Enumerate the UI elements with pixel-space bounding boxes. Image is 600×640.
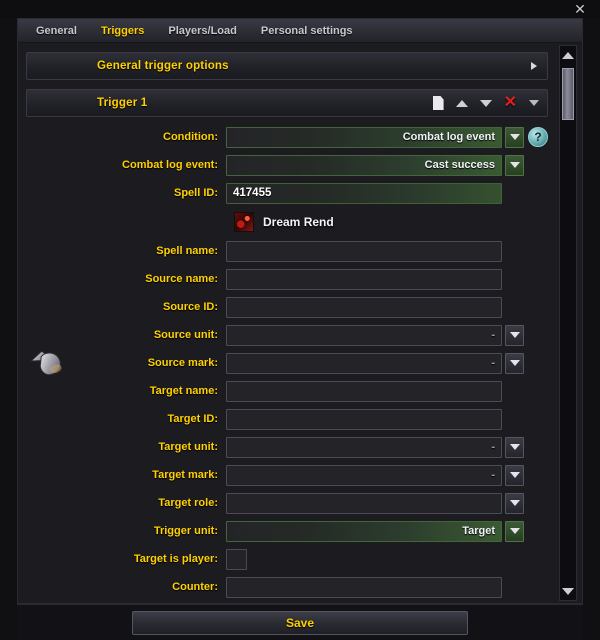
close-icon[interactable]: ✕	[572, 1, 588, 17]
trigger-unit-select[interactable]: Target	[226, 520, 502, 542]
addon-config-window: ✕ General Triggers Players/Load Personal…	[0, 0, 600, 640]
field-label: Source name:	[145, 273, 218, 285]
source-name-input[interactable]	[226, 268, 502, 290]
field-label: Target name:	[149, 385, 218, 397]
help-icon[interactable]: ?	[528, 127, 548, 147]
field-target-mark: Target mark: -	[26, 461, 548, 489]
source-mark-value: -	[491, 357, 495, 369]
scroll-up-icon[interactable]	[561, 48, 575, 62]
field-source-id: Source ID:	[26, 293, 548, 321]
source-mark-select[interactable]: -	[226, 352, 502, 374]
field-combat-log-event: Combat log event: Cast success	[26, 151, 548, 179]
condition-value: Combat log event	[402, 131, 495, 143]
field-target-is-player: Target is player:	[26, 545, 548, 573]
combat-log-event-value: Cast success	[424, 159, 495, 171]
spell-icon	[234, 212, 254, 232]
tab-bar: General Triggers Players/Load Personal s…	[18, 19, 582, 43]
field-condition: Condition: Combat log event ?	[26, 123, 548, 151]
vertical-scrollbar[interactable]	[559, 45, 577, 601]
tab-triggers[interactable]: Triggers	[101, 25, 144, 37]
chevron-right-icon	[531, 62, 537, 70]
section-trigger-1[interactable]: Trigger 1 ✕	[26, 89, 548, 117]
spell-result: Dream Rend	[26, 207, 548, 237]
target-unit-select[interactable]: -	[226, 436, 502, 458]
options-scroll-area: General trigger options Trigger 1 ✕ Cond…	[18, 43, 556, 603]
tab-players-load[interactable]: Players/Load	[168, 25, 236, 37]
field-target-name: Target name:	[26, 377, 548, 405]
chevron-down-icon[interactable]	[505, 436, 524, 458]
tab-general[interactable]: General	[36, 25, 77, 37]
counter-input[interactable]	[226, 576, 502, 598]
field-label: Combat log event:	[122, 159, 218, 171]
delete-icon[interactable]: ✕	[504, 95, 517, 111]
spell-name-input[interactable]	[226, 240, 502, 262]
combat-log-event-select[interactable]: Cast success	[226, 154, 502, 176]
condition-select[interactable]: Combat log event	[226, 126, 502, 148]
source-id-input[interactable]	[226, 296, 502, 318]
field-label: Source unit:	[153, 329, 218, 341]
field-source-mark: Source mark: -	[26, 349, 548, 377]
section-title: General trigger options	[97, 60, 229, 72]
field-label: Target ID:	[167, 413, 218, 425]
field-label: Target role:	[158, 497, 218, 509]
scrollbar-thumb[interactable]	[562, 68, 574, 120]
target-id-input[interactable]	[226, 408, 502, 430]
target-name-input[interactable]	[226, 380, 502, 402]
chevron-down-icon[interactable]	[505, 126, 524, 148]
tab-personal-settings[interactable]: Personal settings	[261, 25, 353, 37]
move-up-icon[interactable]	[455, 99, 468, 107]
move-down-icon[interactable]	[479, 99, 492, 107]
spell-id-input[interactable]: 417455	[226, 182, 502, 204]
document-icon[interactable]	[432, 96, 444, 110]
title-bar: ✕	[0, 0, 600, 18]
chevron-down-icon[interactable]	[505, 352, 524, 374]
field-label: Condition:	[163, 131, 218, 143]
field-target-unit: Target unit: -	[26, 433, 548, 461]
spell-name-label: Dream Rend	[263, 215, 334, 229]
field-label: Spell name:	[156, 245, 218, 257]
field-trigger-unit: Trigger unit: Target	[26, 517, 548, 545]
field-label: Target mark:	[152, 469, 218, 481]
scroll-down-icon[interactable]	[561, 584, 575, 598]
target-is-player-checkbox[interactable]	[226, 548, 247, 570]
field-target-id: Target ID:	[26, 405, 548, 433]
field-label: Source mark:	[147, 357, 218, 369]
field-label: Target is player:	[133, 553, 218, 565]
field-source-name: Source name:	[26, 265, 548, 293]
target-role-select[interactable]	[226, 492, 502, 514]
field-spell-name: Spell name:	[26, 237, 548, 265]
target-mark-select[interactable]: -	[226, 464, 502, 486]
field-spell-id: Spell ID: 417455	[26, 179, 548, 207]
field-counter: Counter:	[26, 573, 548, 601]
trigger-toolbar: ✕	[432, 95, 539, 111]
chevron-down-icon[interactable]	[505, 154, 524, 176]
field-label: Spell ID:	[173, 187, 218, 199]
collapse-icon[interactable]	[529, 100, 539, 106]
field-label: Trigger unit:	[153, 525, 218, 537]
chevron-down-icon[interactable]	[505, 520, 524, 542]
main-frame: General Triggers Players/Load Personal s…	[17, 18, 583, 604]
source-unit-value: -	[491, 329, 495, 341]
chevron-down-icon[interactable]	[505, 492, 524, 514]
section-title: Trigger 1	[97, 97, 148, 109]
field-label: Target unit:	[158, 441, 218, 453]
field-partial-next	[26, 601, 548, 603]
source-unit-select[interactable]: -	[226, 324, 502, 346]
chevron-down-icon[interactable]	[505, 464, 524, 486]
trigger-form: Condition: Combat log event ? Combat log…	[18, 117, 556, 603]
target-unit-value: -	[491, 441, 495, 453]
section-general-trigger-options[interactable]: General trigger options	[26, 52, 548, 80]
field-target-role: Target role:	[26, 489, 548, 517]
chevron-down-icon[interactable]	[505, 324, 524, 346]
field-label: Counter:	[172, 581, 218, 593]
target-mark-value: -	[491, 469, 495, 481]
field-source-unit: Source unit: -	[26, 321, 548, 349]
field-label: Source ID:	[162, 301, 218, 313]
trigger-unit-value: Target	[462, 525, 495, 537]
footer-bar: Save	[17, 604, 583, 640]
save-button[interactable]: Save	[132, 610, 468, 635]
